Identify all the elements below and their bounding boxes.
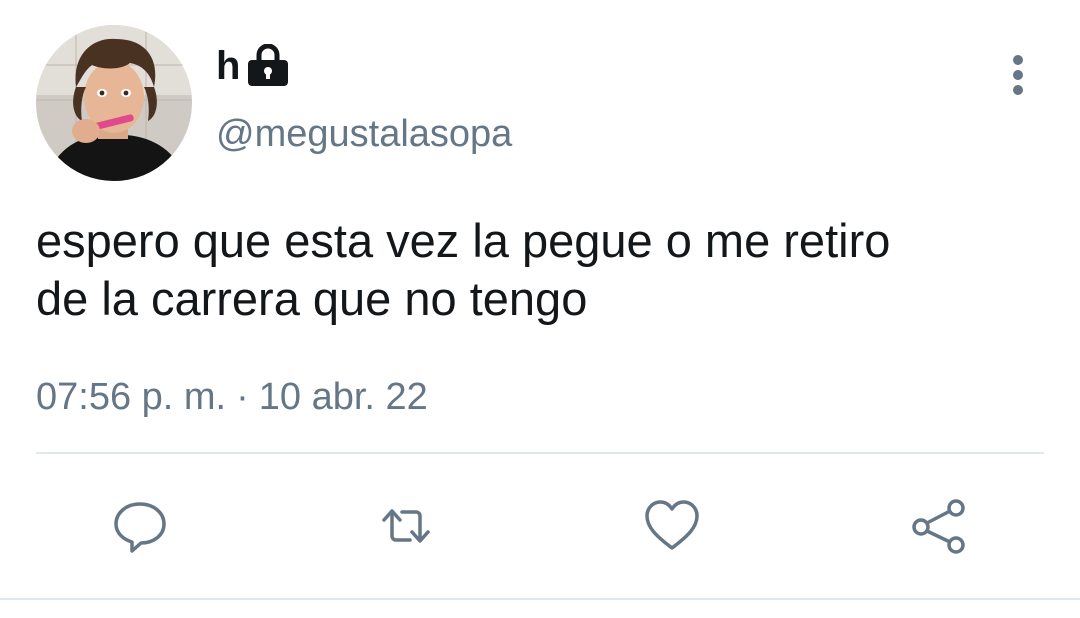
display-name[interactable]: h	[216, 46, 240, 86]
avatar[interactable]	[36, 25, 192, 181]
timestamp-separator: ·	[236, 376, 249, 418]
lock-icon	[244, 44, 292, 88]
tweet-time: 07:56 p. m.	[36, 376, 227, 418]
user-handle[interactable]: @megustalasopa	[216, 112, 512, 156]
divider	[36, 452, 1044, 454]
like-icon	[645, 500, 699, 550]
reply-button[interactable]	[110, 496, 170, 556]
divider	[0, 598, 1080, 600]
retweet-button[interactable]	[376, 496, 436, 556]
more-vertical-icon	[1013, 55, 1023, 95]
reply-icon	[114, 502, 166, 553]
tweet-text: espero que esta vez la pegue o me retiro…	[36, 214, 891, 325]
tweet-date: 10 abr. 22	[258, 376, 428, 418]
share-button[interactable]	[908, 496, 968, 556]
like-button[interactable]	[642, 496, 702, 556]
more-options-button[interactable]	[996, 52, 1040, 98]
display-name-row: h	[216, 40, 292, 92]
retweet-icon	[382, 509, 430, 543]
share-icon	[912, 499, 965, 554]
tweet-timestamp[interactable]: 07:56 p. m. · 10 abr. 22	[36, 374, 428, 420]
